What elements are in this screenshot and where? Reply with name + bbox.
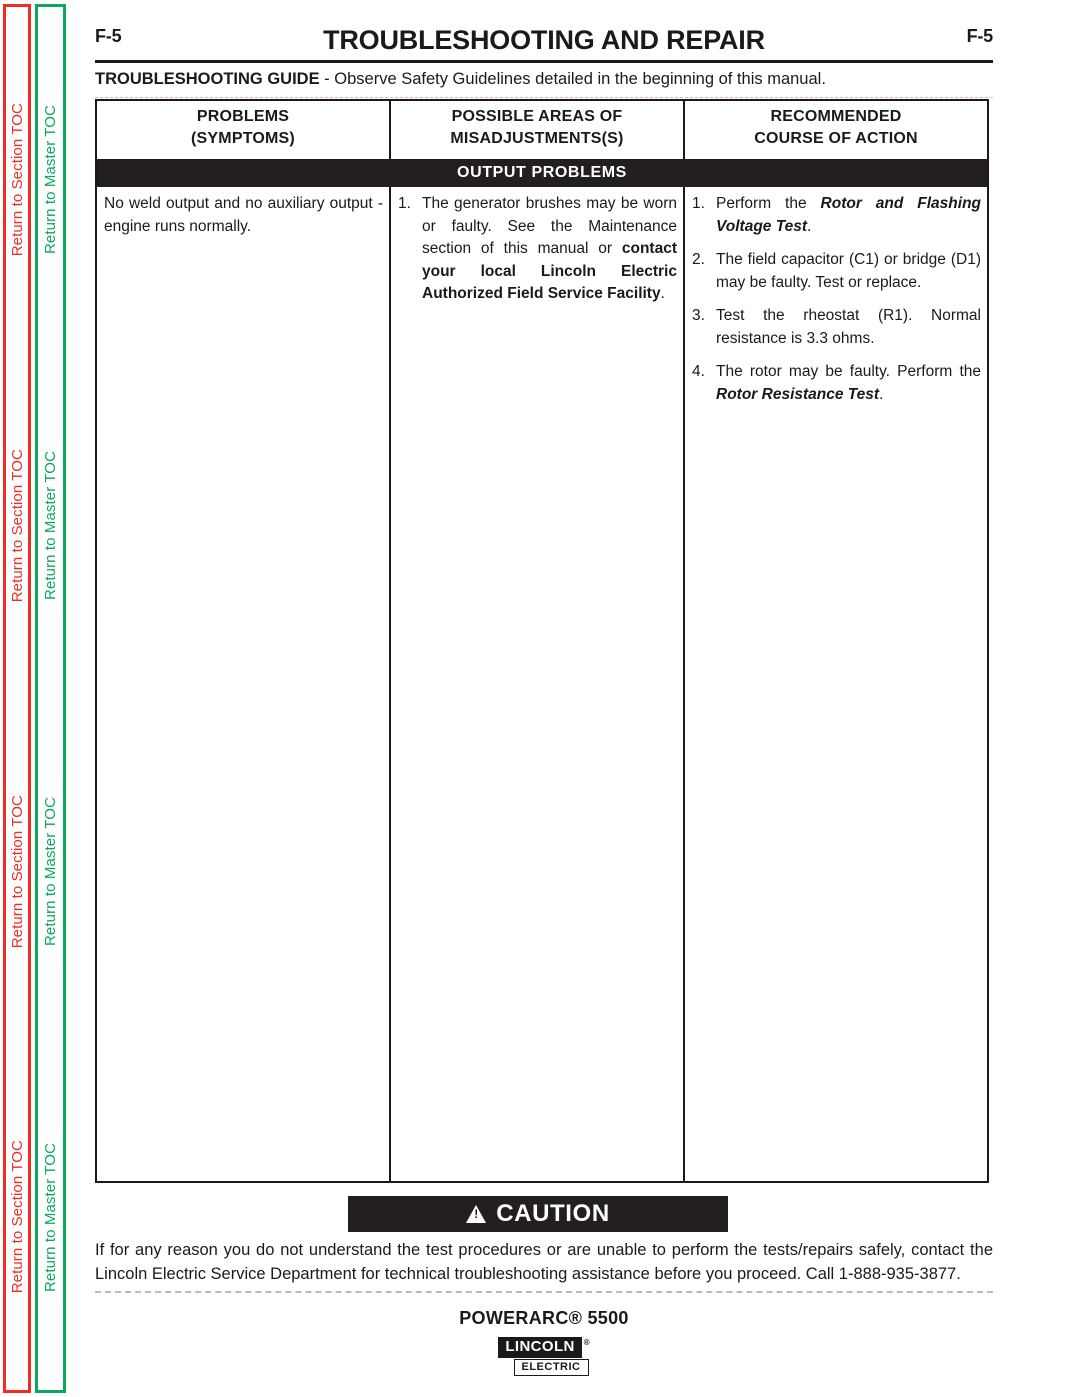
column-header-line1: PROBLEMS <box>196 108 290 125</box>
cell-possible-areas: 1. The generator brushes may be worn or … <box>391 187 685 1181</box>
top-dashed-divider <box>95 97 993 98</box>
folio-left: F-5 <box>95 26 122 46</box>
text-normal-b: . <box>660 285 665 302</box>
section-toc-label: Return to Section TOC <box>8 448 26 603</box>
section-toc-label: Return to Section TOC <box>8 794 26 949</box>
list-item: 1. The generator brushes may be worn or … <box>398 193 677 306</box>
section-toc-label: Return to Section TOC <box>8 1140 26 1294</box>
column-header-line2: (SYMPTOMS) <box>191 130 295 147</box>
text-normal-b: . <box>807 217 812 235</box>
section-toc-rail[interactable]: Return to Section TOC Return to Section … <box>3 4 31 1393</box>
logo-electric-text: ELECTRIC <box>513 1359 589 1376</box>
section-toc-slot[interactable]: Return to Section TOC <box>6 1044 28 1390</box>
column-header-problems: PROBLEMS (SYMPTOMS) <box>97 101 391 159</box>
column-header-line1: RECOMMENDED <box>770 108 902 125</box>
cell-course-of-action: 1. Perform the Rotor and Flashing Voltag… <box>685 187 987 1181</box>
text-normal-b: . <box>879 385 884 403</box>
text-normal-a: The rotor may be faulty. Perform the <box>716 363 981 380</box>
column-header-line2: MISADJUSTMENTS(S) <box>450 130 624 147</box>
course-of-action-list: 1. Perform the Rotor and Flashing Voltag… <box>692 193 981 406</box>
master-toc-slot[interactable]: Return to Master TOC <box>38 699 63 1045</box>
table-header-row: PROBLEMS (SYMPTOMS) POSSIBLE AREAS OF MI… <box>97 101 987 159</box>
bottom-dashed-divider <box>95 1291 993 1293</box>
master-toc-label: Return to Master TOC <box>42 1142 59 1292</box>
master-toc-slot[interactable]: Return to Master TOC <box>38 1044 63 1390</box>
section-toc-label: Return to Section TOC <box>8 103 26 257</box>
table-row: No weld output and no auxiliary output -… <box>97 187 987 1181</box>
troubleshooting-guide-line: TROUBLESHOOTING GUIDE - Observe Safety G… <box>95 68 993 90</box>
page-content: F-5 TROUBLESHOOTING AND REPAIR F-5 TROUB… <box>95 0 995 1397</box>
master-toc-label: Return to Master TOC <box>42 451 59 601</box>
master-toc-label: Return to Master TOC <box>42 796 59 946</box>
master-toc-slot[interactable]: Return to Master TOC <box>38 353 63 699</box>
possible-areas-list: 1. The generator brushes may be worn or … <box>398 193 677 306</box>
header-rule <box>95 60 993 63</box>
list-item-number: 4. <box>692 363 705 380</box>
text-normal-a: The field capacitor (C1) or bridge (D1) … <box>716 251 981 291</box>
master-toc-slot[interactable]: Return to Master TOC <box>38 7 63 353</box>
list-item-text: The field capacitor (C1) or bridge (D1) … <box>716 249 981 294</box>
list-item-number: 1. <box>398 195 411 212</box>
list-item: 4. The rotor may be faulty. Perform the … <box>692 361 981 406</box>
warning-triangle-icon <box>466 1205 487 1223</box>
page-title: TROUBLESHOOTING AND REPAIR <box>323 25 765 55</box>
master-toc-label: Return to Master TOC <box>42 105 59 255</box>
text-emphasis: Rotor Resistance Test <box>716 385 880 403</box>
list-item-number: 1. <box>692 195 705 212</box>
cell-symptom: No weld output and no auxiliary output -… <box>97 187 391 1181</box>
list-item-text: Test the rheostat (R1). Normal resistanc… <box>716 305 981 350</box>
section-toc-slot[interactable]: Return to Section TOC <box>6 353 28 699</box>
column-header-recommended: RECOMMENDED COURSE OF ACTION <box>685 101 987 159</box>
text-normal-a: Test the rheostat (R1). Normal resistanc… <box>716 307 981 347</box>
caution-body-text: If for any reason you do not understand … <box>95 1241 993 1283</box>
list-item: 3. Test the rheostat (R1). Normal resist… <box>692 305 981 350</box>
troubleshooting-table: PROBLEMS (SYMPTOMS) POSSIBLE AREAS OF MI… <box>95 99 989 1183</box>
list-item-text: Perform the Rotor and Flashing Voltage T… <box>716 193 981 238</box>
guide-text: - Observe Safety Guidelines detailed in … <box>319 70 826 88</box>
list-item: 1. Perform the Rotor and Flashing Voltag… <box>692 193 981 238</box>
symptom-text: No weld output and no auxiliary output -… <box>104 195 383 235</box>
list-item: 2. The field capacitor (C1) or bridge (D… <box>692 249 981 294</box>
list-item-number: 3. <box>692 307 705 324</box>
logo-top-row: LINCOLN ® <box>498 1337 590 1358</box>
column-header-line2: COURSE OF ACTION <box>754 130 918 147</box>
master-toc-rail[interactable]: Return to Master TOC Return to Master TO… <box>35 4 66 1393</box>
lincoln-electric-logo: LINCOLN ® ELECTRIC <box>95 1337 993 1376</box>
caution-banner: CAUTION <box>348 1196 728 1232</box>
caution-label: CAUTION <box>496 1200 610 1227</box>
list-item-text: The rotor may be faulty. Perform the Rot… <box>716 361 981 406</box>
column-header-possible-areas: POSSIBLE AREAS OF MISADJUSTMENTS(S) <box>391 101 685 159</box>
section-band-output-problems: OUTPUT PROBLEMS <box>97 159 987 187</box>
column-header-line1: POSSIBLE AREAS OF <box>451 108 623 125</box>
list-item-number: 2. <box>692 251 705 268</box>
text-normal-a: Perform the <box>716 195 821 212</box>
registered-trademark-icon: ® <box>583 1338 590 1347</box>
section-toc-slot[interactable]: Return to Section TOC <box>6 7 28 353</box>
logo-lincoln-text: LINCOLN <box>498 1337 582 1358</box>
folio-right: F-5 <box>966 26 994 46</box>
page-header: F-5 TROUBLESHOOTING AND REPAIR F-5 <box>95 24 993 58</box>
footer-model-name: POWERARC® 5500 <box>459 1308 629 1328</box>
list-item-text: The generator brushes may be worn or fau… <box>422 193 677 306</box>
section-toc-slot[interactable]: Return to Section TOC <box>6 699 28 1045</box>
guide-label: TROUBLESHOOTING GUIDE <box>95 70 320 88</box>
